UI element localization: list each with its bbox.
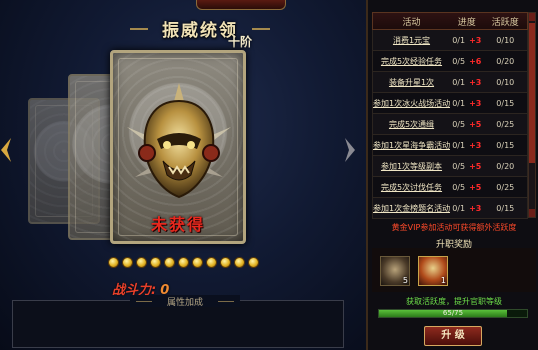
rank-stage: 振威统领 十阶 未获得 战斗力: 0 属性加成	[0, 0, 366, 350]
activity-link[interactable]: 参加1次星海争霸活动	[373, 140, 450, 151]
scroll-up-icon[interactable]	[529, 13, 535, 21]
star-icon	[164, 257, 175, 268]
progress-cell: 0/1 +3	[450, 141, 484, 150]
title-deco-left	[130, 28, 148, 30]
activity-link[interactable]: 参加1次等级副本	[373, 161, 450, 172]
table-row: 参加1次金榜题名活动 0/1 +3 0/15	[372, 198, 528, 219]
progress-value: 0/1	[452, 98, 466, 108]
item-count: 1	[440, 276, 446, 285]
progress-value: 0/1	[452, 77, 466, 87]
bust-icon[interactable]: 5	[380, 256, 410, 286]
table-row: 完成5次经验任务 0/5 +6 0/20	[372, 51, 528, 72]
star-icon	[220, 257, 231, 268]
progress-value: 0/5	[452, 119, 466, 129]
header-liveness: 活跃度	[491, 17, 519, 28]
progress-cell: 0/5 +5	[450, 183, 484, 192]
gain-note: 获取活跃度，提升官职等级	[406, 297, 502, 306]
table-row: 参加1次星海争霸活动 0/1 +3 0/15	[372, 135, 528, 156]
star-icon	[206, 257, 217, 268]
activity-progress-bar: 65/75	[378, 309, 528, 318]
progress-value: 0/1	[452, 35, 466, 45]
progress-value: 0/5	[452, 161, 466, 171]
scroll-thumb[interactable]	[529, 23, 535, 163]
progress-cell: 0/1 +3	[450, 78, 484, 87]
progress-value: 0/1	[452, 203, 466, 213]
bonus-value: +6	[469, 56, 482, 66]
activity-link[interactable]: 完成5次经验任务	[373, 56, 450, 67]
liveness-value: 0/15	[496, 203, 515, 213]
rank-level: 十阶	[228, 35, 253, 49]
activity-link[interactable]: 参加1次金榜题名活动	[373, 203, 450, 214]
star-icon	[178, 257, 189, 268]
header-progress: 进度	[457, 17, 476, 28]
bonus-value: +3	[469, 98, 482, 108]
table-row: 装备升星1次 0/1 +3 0/10	[372, 72, 528, 93]
star-icon	[234, 257, 245, 268]
star-icon	[108, 257, 119, 268]
scrollbar[interactable]	[528, 12, 536, 218]
liveness-value: 0/15	[496, 140, 515, 150]
star-icon	[248, 257, 259, 268]
table-row: 消费1元宝 0/1 +3 0/10	[372, 30, 528, 51]
vip-note: 黄金VIP参加活动可获得额外活跃度	[391, 223, 517, 232]
activity-link[interactable]: 参加1次冰火战场活动	[373, 98, 450, 109]
liveness-value: 0/10	[496, 35, 515, 45]
progress-text: 65/75	[442, 309, 464, 317]
progress-value: 0/1	[452, 140, 466, 150]
bonus-value: +3	[469, 140, 482, 150]
star-icon	[136, 257, 147, 268]
rank-card: 未获得	[110, 50, 246, 244]
progress-cell: 0/5 +5	[450, 120, 484, 129]
table-header: 活动 进度 活跃度	[372, 12, 528, 30]
activity-panel: 活动 进度 活跃度 消费1元宝 0/1 +3 0/10 完成5次经验任务 0/5 +6 0/2…	[366, 0, 538, 350]
progress-value: 0/5	[452, 56, 466, 66]
table-row: 参加1次冰火战场活动 0/1 +3 0/15	[372, 93, 528, 114]
bonus-value: +3	[469, 35, 482, 45]
liveness-value: 0/25	[496, 119, 515, 129]
activity-link[interactable]: 消费1元宝	[373, 35, 450, 46]
helmet-icon	[127, 83, 231, 199]
scroll-down-icon[interactable]	[529, 209, 535, 217]
item-count: 5	[402, 276, 408, 285]
progress-cell: 0/1 +3	[450, 36, 484, 45]
liveness-value: 0/25	[496, 182, 515, 192]
chevron-left-icon[interactable]	[0, 138, 12, 162]
liveness-value: 0/20	[496, 56, 515, 66]
table-body: 消费1元宝 0/1 +3 0/10 完成5次经验任务 0/5 +6 0/20 装备升星1次 0/1…	[372, 30, 528, 219]
attributes-header: 属性加成	[130, 295, 240, 308]
star-icon	[150, 257, 161, 268]
header-activity: 活动	[402, 17, 421, 28]
star-icon	[192, 257, 203, 268]
activity-link[interactable]: 完成5次通缉	[373, 119, 450, 130]
rank-title: 振威统领	[162, 21, 238, 41]
star-row	[108, 257, 259, 269]
table-row: 完成5次讨伐任务 0/5 +5 0/25	[372, 177, 528, 198]
liveness-value: 0/20	[496, 161, 515, 171]
table-row: 参加1次等级副本 0/5 +5 0/20	[372, 156, 528, 177]
liveness-value: 0/10	[496, 77, 515, 87]
progress-cell: 0/5 +6	[450, 57, 484, 66]
status-text: 未获得	[150, 215, 205, 234]
bonus-value: +5	[469, 119, 482, 129]
progress-cell: 0/1 +3	[450, 204, 484, 213]
bonus-value: +3	[469, 203, 482, 213]
activity-link[interactable]: 装备升星1次	[373, 77, 450, 88]
top-tab	[196, 0, 286, 10]
bonus-value: +5	[469, 161, 482, 171]
title-deco-right	[252, 28, 270, 30]
bonus-value: +5	[469, 182, 482, 192]
chevron-right-icon[interactable]	[344, 138, 356, 162]
table-row: 完成5次通缉 0/5 +5 0/25	[372, 114, 528, 135]
liveness-value: 0/15	[496, 98, 515, 108]
upgrade-button[interactable]: 升 级	[424, 326, 482, 346]
helmet-icon[interactable]: 1	[418, 256, 448, 286]
activity-table: 活动 进度 活跃度 消费1元宝 0/1 +3 0/10 完成5次经验任务 0/5 +6 0/2…	[372, 12, 528, 219]
progress-cell: 0/5 +5	[450, 162, 484, 171]
progress-value: 0/5	[452, 182, 466, 192]
progress-cell: 0/1 +3	[450, 99, 484, 108]
star-icon	[122, 257, 133, 268]
activity-link[interactable]: 完成5次讨伐任务	[373, 182, 450, 193]
bonus-value: +3	[469, 77, 482, 87]
